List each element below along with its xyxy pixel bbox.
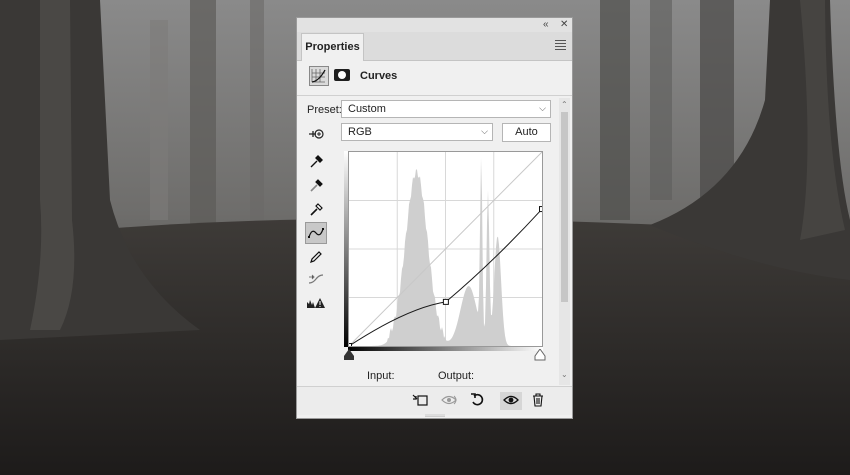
curve-point[interactable] bbox=[346, 343, 352, 349]
input-label: Input: bbox=[367, 370, 395, 382]
channel-select[interactable]: RGB ⌵ bbox=[341, 123, 493, 141]
auto-button[interactable]: Auto bbox=[502, 123, 551, 142]
curves-graph-canvas bbox=[346, 151, 545, 349]
input-gradient-bar bbox=[348, 347, 543, 351]
close-icon[interactable]: ✕ bbox=[560, 19, 568, 30]
curve-point[interactable] bbox=[442, 298, 449, 305]
preset-select[interactable]: Custom ⌵ bbox=[341, 100, 551, 118]
channel-value: RGB bbox=[348, 126, 372, 138]
chevron-down-icon: ⌵ bbox=[539, 103, 546, 113]
double-chevron-left-icon[interactable]: « bbox=[543, 19, 549, 30]
panel-bottom-bar bbox=[297, 386, 572, 415]
properties-panel: « ✕ Properties Curves Preset: Custom ⌵ R… bbox=[296, 17, 573, 419]
chevron-down-icon: ⌵ bbox=[481, 126, 488, 136]
output-label: Output: bbox=[438, 370, 475, 382]
scrollbar-thumb[interactable] bbox=[561, 112, 568, 302]
panel-tab-row: Properties bbox=[297, 32, 572, 61]
black-point-eyedropper-icon[interactable] bbox=[305, 151, 327, 173]
panel-menu-icon[interactable] bbox=[555, 40, 566, 52]
clipping-warning-icon[interactable] bbox=[305, 293, 327, 315]
layer-mask-icon[interactable] bbox=[334, 69, 350, 81]
view-previous-state-icon[interactable] bbox=[441, 392, 459, 410]
white-point-eyedropper-icon[interactable] bbox=[305, 199, 327, 221]
curves-graph[interactable] bbox=[346, 151, 545, 349]
smooth-curve-icon[interactable] bbox=[305, 268, 327, 290]
curves-adjustment-icon[interactable] bbox=[309, 66, 329, 86]
black-point-slider[interactable] bbox=[342, 349, 356, 361]
delete-trash-icon[interactable] bbox=[529, 392, 547, 410]
preset-value: Custom bbox=[348, 103, 386, 115]
white-point-slider[interactable] bbox=[533, 349, 547, 361]
edit-points-curve-icon[interactable] bbox=[305, 222, 327, 244]
panel-titlebar: « ✕ bbox=[297, 18, 572, 32]
scroll-down-icon[interactable]: ⌄ bbox=[561, 370, 568, 379]
gray-point-eyedropper-icon[interactable] bbox=[305, 175, 327, 197]
panel-scrollbar[interactable]: ⌃ ⌄ bbox=[559, 98, 570, 385]
pencil-draw-icon[interactable] bbox=[305, 246, 327, 268]
clip-to-layer-icon[interactable] bbox=[411, 392, 429, 410]
resize-grip[interactable] bbox=[425, 414, 445, 417]
tab-properties[interactable]: Properties bbox=[301, 33, 364, 61]
preset-label: Preset: bbox=[307, 104, 342, 116]
scroll-up-icon[interactable]: ⌃ bbox=[561, 100, 568, 109]
on-image-adjust-icon[interactable] bbox=[305, 123, 327, 145]
reset-icon[interactable] bbox=[469, 392, 487, 410]
curve-point[interactable] bbox=[539, 206, 545, 213]
visibility-eye-icon[interactable] bbox=[500, 392, 522, 410]
adjustment-title: Curves bbox=[360, 70, 398, 82]
